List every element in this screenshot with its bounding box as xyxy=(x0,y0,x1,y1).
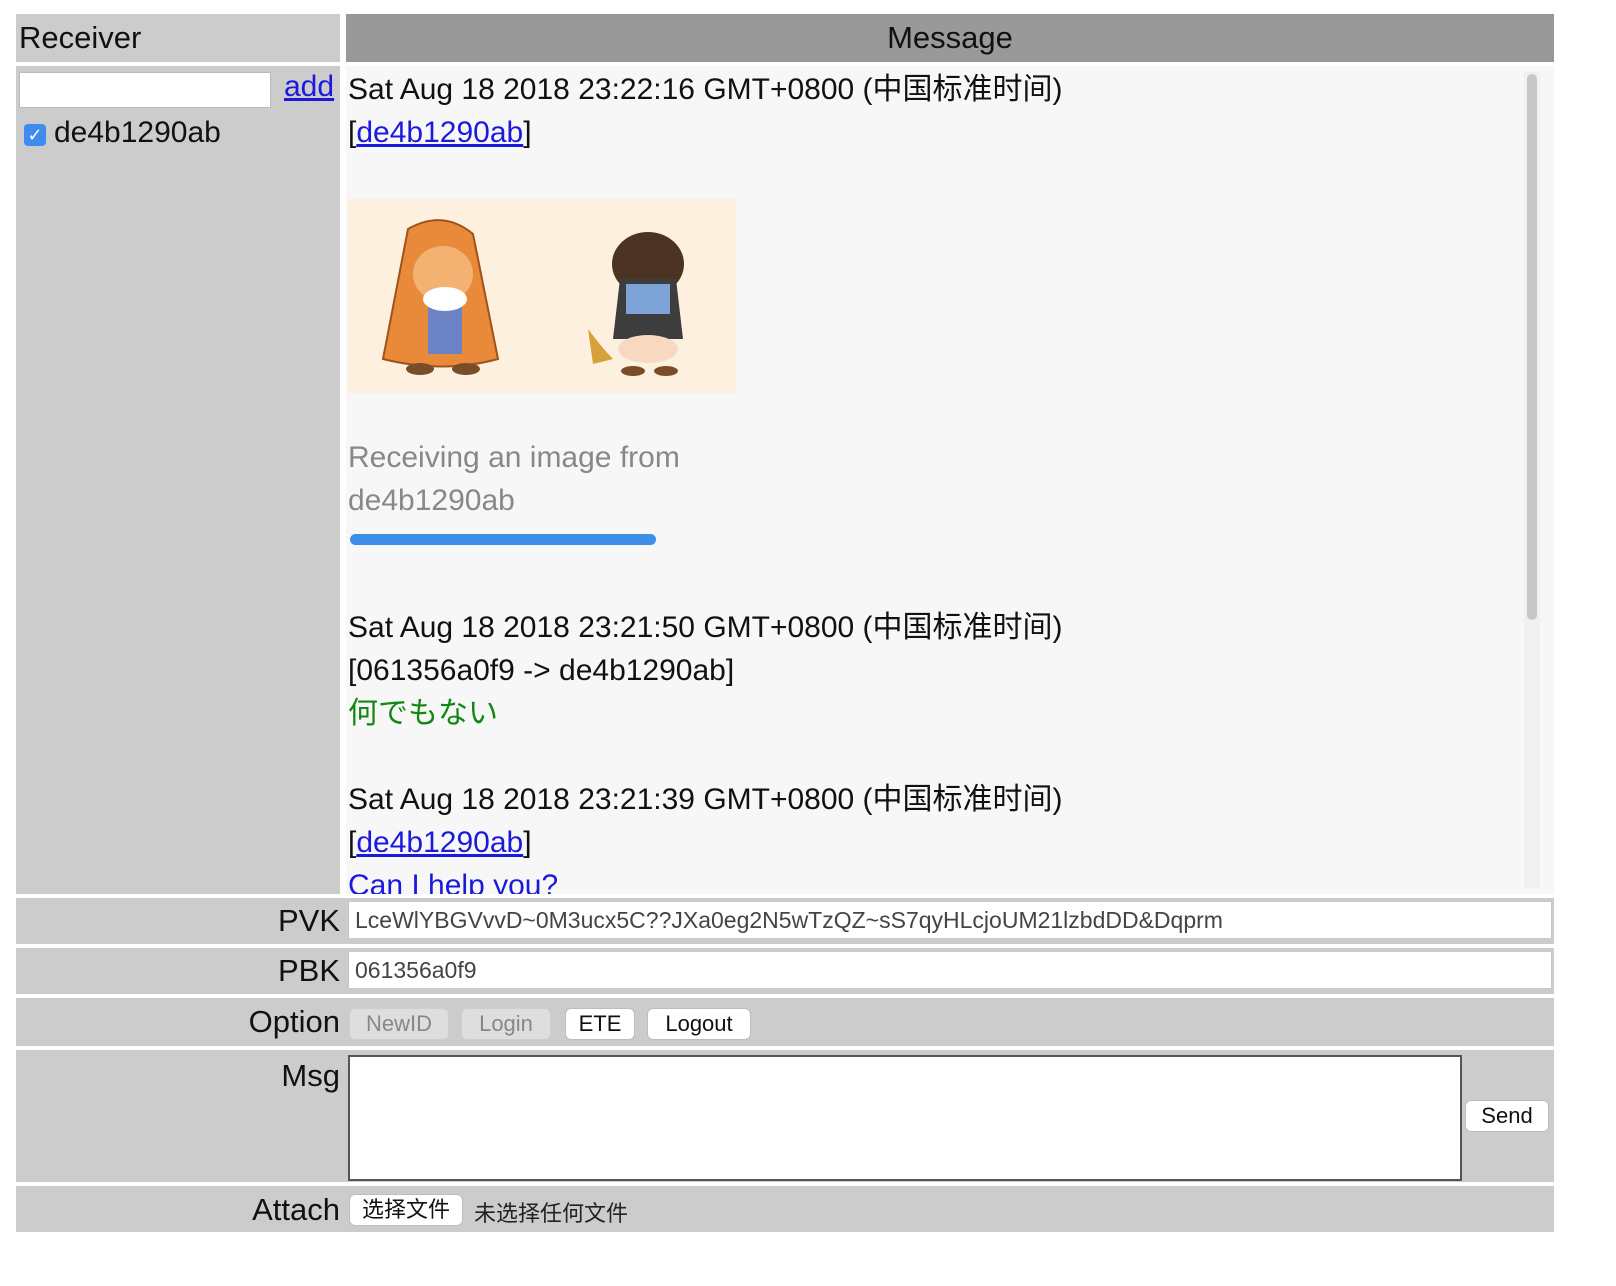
message-item: Sat Aug 18 2018 23:22:16 GMT+0800 (中国标准时… xyxy=(348,68,1518,545)
option-row: Option NewID Login ETE Logout xyxy=(16,998,1554,1046)
pbk-row: PBK 061356a0f9 xyxy=(16,948,1554,994)
pvk-row: PVK LceWlYBGVvvD~0M3ucx5C??JXa0eg2N5wTzQ… xyxy=(16,898,1554,944)
message-timestamp: Sat Aug 18 2018 23:22:16 GMT+0800 (中国标准时… xyxy=(348,73,1063,106)
message-header-label: Message xyxy=(887,20,1013,55)
add-receiver-link[interactable]: add xyxy=(284,70,334,104)
receiver-item-label: de4b1290ab xyxy=(54,116,221,149)
newid-button[interactable]: NewID xyxy=(349,1008,449,1040)
message-text: 何でもない xyxy=(348,697,498,730)
attach-label: Attach xyxy=(252,1192,340,1227)
message-item: Sat Aug 18 2018 23:21:50 GMT+0800 (中国标准时… xyxy=(348,606,1518,735)
pvk-label: PVK xyxy=(277,903,340,938)
send-button[interactable]: Send xyxy=(1465,1100,1549,1132)
receiver-id-input[interactable] xyxy=(19,72,271,108)
scrollbar-thumb[interactable] xyxy=(1527,74,1537,620)
received-image xyxy=(348,199,736,393)
message-item: Sat Aug 18 2018 23:21:39 GMT+0800 (中国标准时… xyxy=(348,778,1518,894)
receiving-note-line2: de4b1290ab xyxy=(348,484,515,517)
message-header: Message xyxy=(346,14,1554,62)
pbk-field[interactable]: 061356a0f9 xyxy=(348,951,1552,989)
pbk-label: PBK xyxy=(277,953,340,988)
logout-button[interactable]: Logout xyxy=(647,1008,751,1040)
message-list[interactable]: Sat Aug 18 2018 23:22:16 GMT+0800 (中国标准时… xyxy=(346,66,1554,894)
message-sender: [de4b1290ab] xyxy=(348,826,532,859)
msg-label: Msg xyxy=(281,1058,340,1093)
sender-link[interactable]: de4b1290ab xyxy=(356,116,523,149)
pvk-field[interactable]: LceWlYBGVvvD~0M3ucx5C??JXa0eg2N5wTzQZ~sS… xyxy=(348,901,1552,939)
msg-row: Msg Send xyxy=(16,1050,1554,1182)
option-label: Option xyxy=(248,1004,340,1039)
attach-row: Attach 选择文件 未选择任何文件 xyxy=(16,1186,1554,1232)
chibi-characters-image xyxy=(348,199,736,393)
receiver-checkbox[interactable]: ✓ xyxy=(24,124,46,146)
file-status-text: 未选择任何文件 xyxy=(474,1201,629,1226)
sender-link[interactable]: de4b1290ab xyxy=(356,826,523,859)
choose-file-button[interactable]: 选择文件 xyxy=(349,1194,463,1226)
message-sender: [de4b1290ab] xyxy=(348,116,532,149)
receiver-item[interactable]: ✓ de4b1290ab xyxy=(24,116,221,150)
receiving-note-line1: Receiving an image from xyxy=(348,441,680,474)
login-button[interactable]: Login xyxy=(461,1008,551,1040)
receiver-header: Receiver xyxy=(16,14,340,62)
receiver-header-label: Receiver xyxy=(19,20,142,55)
message-scrollbar[interactable] xyxy=(1524,72,1540,888)
image-progress-bar xyxy=(350,534,656,545)
ete-button[interactable]: ETE xyxy=(565,1008,635,1040)
message-timestamp: Sat Aug 18 2018 23:21:50 GMT+0800 (中国标准时… xyxy=(348,611,1063,644)
message-text: Can I help you? xyxy=(348,869,559,894)
message-textarea[interactable] xyxy=(348,1055,1462,1181)
message-timestamp: Sat Aug 18 2018 23:21:39 GMT+0800 (中国标准时… xyxy=(348,783,1063,816)
receiver-panel: add ✓ de4b1290ab xyxy=(16,66,340,894)
message-route: [061356a0f9 -> de4b1290ab] xyxy=(348,654,735,687)
